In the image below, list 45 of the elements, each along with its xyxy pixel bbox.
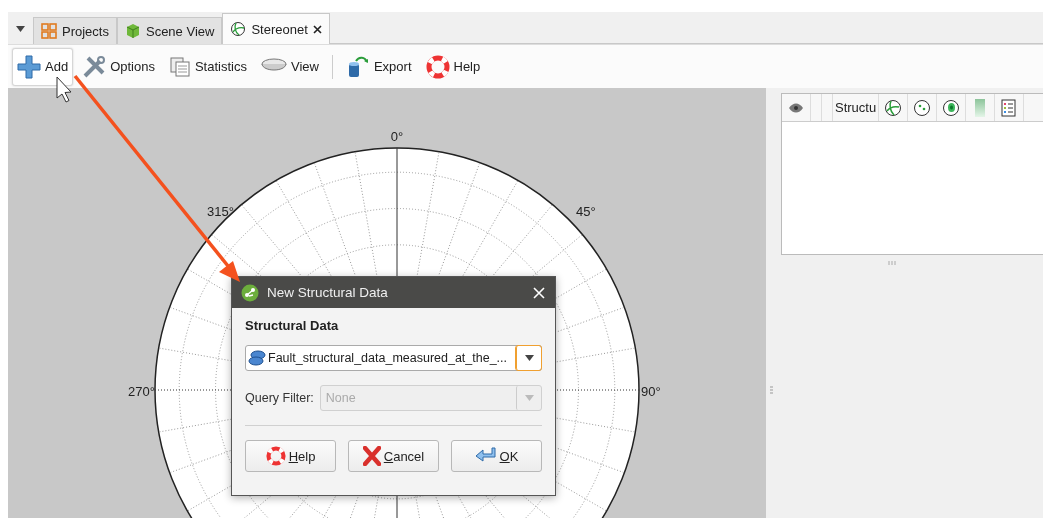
angle-label: 45°: [576, 204, 596, 219]
x-mark-icon: [362, 446, 381, 466]
cube-icon: [124, 23, 141, 39]
dialog-title: New Structural Data: [267, 285, 389, 300]
splitter-handle-icon[interactable]: [770, 386, 773, 395]
tab[interactable]: Stereonet: [222, 13, 330, 44]
caret-icon: [524, 395, 534, 401]
tools-icon: [82, 54, 107, 79]
documents-icon: [168, 55, 191, 78]
angle-label: 315°: [207, 204, 234, 219]
return-arrow-icon: [474, 447, 497, 465]
tab[interactable]: Scene View: [116, 17, 223, 44]
lifebuoy-icon: [265, 446, 286, 466]
column-header[interactable]: Structu: [833, 94, 880, 121]
eye-icon[interactable]: [788, 102, 804, 113]
toolbar-button[interactable]: Statistics: [163, 47, 252, 86]
angle-label: 0°: [390, 129, 404, 144]
dialog-button[interactable]: OK: [451, 440, 542, 472]
dropdown-caret-icon[interactable]: [16, 26, 25, 32]
structural-data-dropdown[interactable]: Fault_structural_data_measured_at_the_...: [245, 345, 542, 371]
dots-circle-icon[interactable]: [913, 98, 932, 117]
close-icon[interactable]: [312, 24, 322, 34]
globe-icon[interactable]: [884, 98, 903, 117]
planes-icon: [248, 350, 266, 366]
toolbar-button[interactable]: Add: [12, 47, 74, 86]
dialog-button[interactable]: Cancel: [348, 440, 439, 472]
nodes-icon: [241, 283, 259, 302]
tab[interactable]: Projects: [33, 17, 117, 44]
toolbar-button[interactable]: Export: [340, 47, 417, 86]
toolbar-button[interactable]: View: [255, 47, 324, 86]
query-filter-label: Query Filter:: [245, 391, 314, 405]
contour-circle-icon[interactable]: [942, 98, 961, 117]
angle-label: 90°: [641, 384, 661, 399]
section-heading: Structural Data: [245, 318, 340, 333]
grid-icon: [41, 23, 57, 39]
caret-icon: [524, 355, 534, 361]
legend-icon[interactable]: [1001, 98, 1018, 117]
toolbar-button[interactable]: Options: [77, 47, 160, 86]
dialog-button[interactable]: Help: [245, 440, 336, 472]
globe-icon: [230, 21, 247, 37]
plus-icon: [17, 54, 41, 79]
toolbar-button[interactable]: Help: [420, 47, 486, 86]
angle-label: 270°: [128, 384, 155, 399]
lifebuoy-icon: [425, 54, 450, 79]
resize-grip-icon[interactable]: [887, 261, 897, 265]
